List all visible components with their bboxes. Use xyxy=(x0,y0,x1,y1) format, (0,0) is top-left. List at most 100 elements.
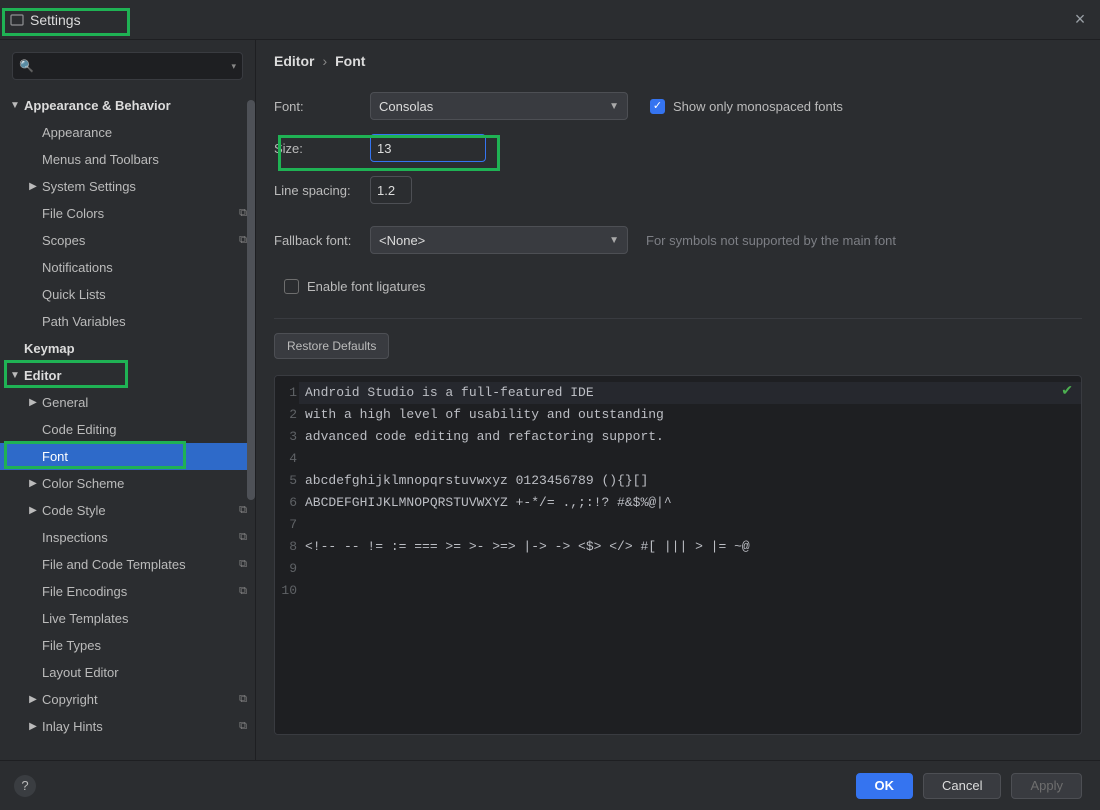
breadcrumb-current: Font xyxy=(335,53,365,69)
expand-arrow-icon[interactable]: ▶ xyxy=(26,397,40,408)
chevron-right-icon: › xyxy=(322,53,327,69)
window-title: Settings xyxy=(30,12,81,28)
sidebar-item-path-variables[interactable]: Path Variables xyxy=(0,308,255,335)
copy-icon[interactable]: ⧉ xyxy=(239,207,247,220)
sidebar-item-file-encodings[interactable]: File Encodings ⧉ xyxy=(0,578,255,605)
close-icon[interactable]: × xyxy=(1070,9,1090,30)
copy-icon[interactable]: ⧉ xyxy=(239,693,247,706)
preview-gutter: 12345678910 xyxy=(275,376,299,734)
fallback-hint: For symbols not supported by the main fo… xyxy=(646,233,896,248)
sidebar-item-notifications[interactable]: Notifications xyxy=(0,254,255,281)
search-icon: 🔍 xyxy=(19,59,34,73)
breadcrumb-parent[interactable]: Editor xyxy=(274,53,314,69)
sidebar-item-appearance[interactable]: Appearance xyxy=(0,119,255,146)
sidebar-item-label: Font xyxy=(42,449,247,464)
sidebar-item-system-settings[interactable]: ▶System Settings xyxy=(0,173,255,200)
fallback-dropdown-value: <None> xyxy=(379,233,425,248)
sidebar: 🔍 ▾ ▼Appearance & BehaviorAppearanceMenu… xyxy=(0,40,256,760)
expand-arrow-icon[interactable]: ▼ xyxy=(8,370,22,381)
copy-icon[interactable]: ⧉ xyxy=(239,504,247,517)
font-dropdown[interactable]: Consolas ▼ xyxy=(370,92,628,120)
restore-defaults-button[interactable]: Restore Defaults xyxy=(274,333,389,359)
titlebar: Settings × xyxy=(0,0,1100,40)
expand-arrow-icon[interactable]: ▶ xyxy=(26,505,40,516)
copy-icon[interactable]: ⧉ xyxy=(239,720,247,733)
size-input[interactable] xyxy=(370,134,486,162)
search-input-wrap[interactable]: 🔍 ▾ xyxy=(12,52,243,80)
sidebar-item-file-types[interactable]: File Types xyxy=(0,632,255,659)
settings-window-icon xyxy=(10,13,24,27)
ok-button[interactable]: OK xyxy=(856,773,914,799)
scrollbar[interactable] xyxy=(247,100,255,500)
sidebar-item-general[interactable]: ▶General xyxy=(0,389,255,416)
sidebar-item-label: Menus and Toolbars xyxy=(42,152,247,167)
sidebar-item-code-style[interactable]: ▶Code Style⧉ xyxy=(0,497,255,524)
expand-arrow-icon[interactable]: ▼ xyxy=(8,100,22,111)
sidebar-item-inspections[interactable]: Inspections ⧉ xyxy=(0,524,255,551)
monospaced-checkbox[interactable] xyxy=(650,99,665,114)
sidebar-item-label: Keymap xyxy=(24,341,247,356)
sidebar-item-file-and-code-templates[interactable]: File and Code Templates⧉ xyxy=(0,551,255,578)
sidebar-item-live-templates[interactable]: Live Templates xyxy=(0,605,255,632)
sidebar-item-label: File Encodings xyxy=(42,584,235,599)
line-spacing-input[interactable] xyxy=(370,176,412,204)
sidebar-item-layout-editor[interactable]: Layout Editor xyxy=(0,659,255,686)
sidebar-item-quick-lists[interactable]: Quick Lists xyxy=(0,281,255,308)
sidebar-item-file-colors[interactable]: File Colors ⧉ xyxy=(0,200,255,227)
help-button[interactable]: ? xyxy=(14,775,36,797)
sidebar-item-label: Live Templates xyxy=(42,611,247,626)
line-spacing-label: Line spacing: xyxy=(274,183,370,198)
divider xyxy=(274,318,1082,319)
expand-arrow-icon[interactable]: ▶ xyxy=(26,694,40,705)
sidebar-item-label: File Colors xyxy=(42,206,235,221)
sidebar-item-font[interactable]: Font xyxy=(0,443,255,470)
ligatures-label[interactable]: Enable font ligatures xyxy=(307,279,426,294)
apply-button[interactable]: Apply xyxy=(1011,773,1082,799)
sidebar-item-label: Inlay Hints xyxy=(42,719,235,734)
font-label: Font: xyxy=(274,99,370,114)
copy-icon[interactable]: ⧉ xyxy=(239,585,247,598)
chevron-down-icon: ▼ xyxy=(609,101,619,112)
font-preview: 12345678910 Android Studio is a full-fea… xyxy=(274,375,1082,735)
copy-icon[interactable]: ⧉ xyxy=(239,234,247,247)
sidebar-item-appearance-behavior[interactable]: ▼Appearance & Behavior xyxy=(0,92,255,119)
expand-arrow-icon[interactable]: ▶ xyxy=(26,478,40,489)
sidebar-item-keymap[interactable]: Keymap xyxy=(0,335,255,362)
expand-arrow-icon[interactable]: ▶ xyxy=(26,721,40,732)
font-dropdown-value: Consolas xyxy=(379,99,433,114)
monospaced-label[interactable]: Show only monospaced fonts xyxy=(673,99,843,114)
copy-icon[interactable]: ⧉ xyxy=(239,558,247,571)
sidebar-item-menus-and-toolbars[interactable]: Menus and Toolbars xyxy=(0,146,255,173)
fallback-dropdown[interactable]: <None> ▼ xyxy=(370,226,628,254)
sidebar-item-color-scheme[interactable]: ▶Color Scheme xyxy=(0,470,255,497)
chevron-down-icon: ▼ xyxy=(609,235,619,246)
sidebar-item-label: Quick Lists xyxy=(42,287,247,302)
sidebar-item-inlay-hints[interactable]: ▶Inlay Hints ⧉ xyxy=(0,713,255,740)
cancel-button[interactable]: Cancel xyxy=(923,773,1001,799)
sidebar-item-label: Color Scheme xyxy=(42,476,247,491)
preview-code[interactable]: Android Studio is a full-featured IDE wi… xyxy=(299,376,1081,734)
ligatures-checkbox[interactable] xyxy=(284,279,299,294)
sidebar-item-code-editing[interactable]: Code Editing xyxy=(0,416,255,443)
settings-tree[interactable]: ▼Appearance & BehaviorAppearanceMenus an… xyxy=(0,88,255,760)
chevron-down-icon[interactable]: ▾ xyxy=(231,61,236,72)
sidebar-item-copyright[interactable]: ▶Copyright⧉ xyxy=(0,686,255,713)
sidebar-item-label: File Types xyxy=(42,638,247,653)
copy-icon[interactable]: ⧉ xyxy=(239,531,247,544)
footer: ? OK Cancel Apply xyxy=(0,760,1100,810)
sidebar-item-label: Notifications xyxy=(42,260,247,275)
main-panel: Editor › Font Font: Consolas ▼ Show only… xyxy=(256,40,1100,760)
fallback-label: Fallback font: xyxy=(274,233,370,248)
sidebar-item-label: Inspections xyxy=(42,530,235,545)
expand-arrow-icon[interactable]: ▶ xyxy=(26,181,40,192)
sidebar-item-label: Scopes xyxy=(42,233,235,248)
sidebar-item-label: Layout Editor xyxy=(42,665,247,680)
sidebar-item-scopes[interactable]: Scopes ⧉ xyxy=(0,227,255,254)
sidebar-item-editor[interactable]: ▼Editor xyxy=(0,362,255,389)
search-input[interactable] xyxy=(38,59,232,73)
sidebar-item-label: Appearance xyxy=(42,125,247,140)
breadcrumb: Editor › Font xyxy=(256,40,1100,82)
sidebar-item-label: General xyxy=(42,395,247,410)
sidebar-item-label: Appearance & Behavior xyxy=(24,98,247,113)
check-icon: ✔ xyxy=(1061,382,1073,399)
